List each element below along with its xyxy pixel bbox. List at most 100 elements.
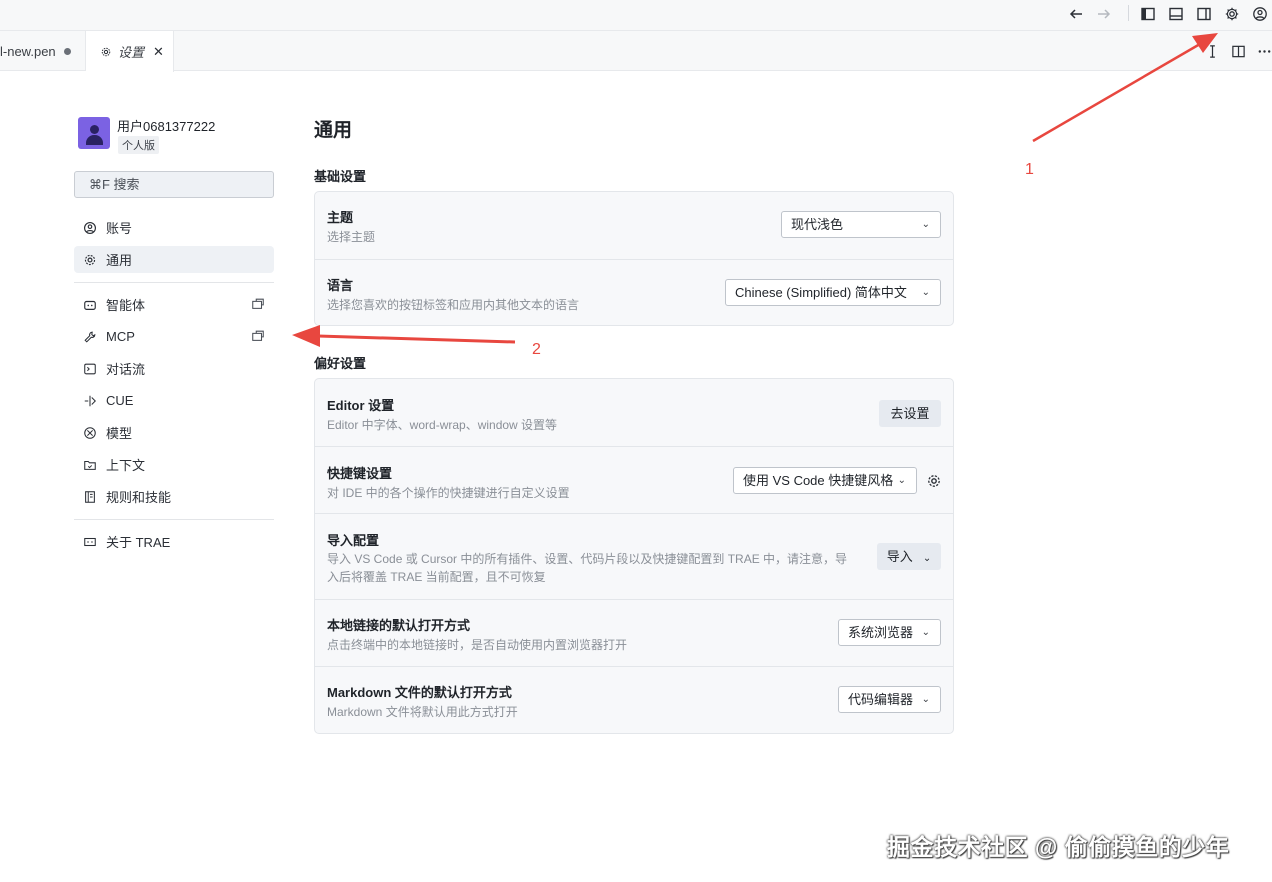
settings-sidebar: 用户0681377222 个人版 ⌘F 搜索 账号 通用 智能体 MCP 对话流… (74, 105, 274, 550)
markdown-value: 代码编辑器 (848, 692, 914, 707)
split-editor-icon[interactable] (1228, 41, 1248, 61)
markdown-select[interactable]: 代码编辑器 ⌄ (838, 686, 941, 713)
text-cursor-icon[interactable] (1202, 41, 1222, 61)
editor-settings-button[interactable]: 去设置 (879, 400, 941, 427)
model-icon (82, 425, 98, 441)
watermark: 掘金技术社区 @ 偷偷摸鱼的少年 (887, 834, 1230, 860)
annotation-arrow-2 (292, 325, 516, 347)
account-circle-icon (82, 220, 98, 236)
local-link-desc: 点击终端中的本地链接时，是否自动使用内置浏览器打开 (327, 638, 628, 652)
sidebar-item-model[interactable]: 模型 (74, 419, 274, 446)
toggle-left-panel-icon[interactable] (1136, 2, 1160, 26)
sidebar-item-context[interactable]: 上下文 (74, 451, 274, 478)
sidebar-item-label: 规则和技能 (106, 490, 172, 505)
unsaved-dot-icon (63, 47, 71, 55)
close-icon[interactable]: ✕ (153, 44, 164, 60)
sidebar-item-label: 上下文 (106, 458, 146, 473)
import-button-label: 导入 (886, 549, 913, 564)
sidebar-item-rules-skills[interactable]: 规则和技能 (74, 483, 274, 510)
local-link-row: 本地链接的默认打开方式 点击终端中的本地链接时，是否自动使用内置浏览器打开 系统… (315, 599, 953, 666)
chevron-down-icon: ⌄ (897, 475, 906, 486)
chat-flow-icon (82, 361, 98, 377)
sidebar-item-label: 智能体 (106, 298, 146, 313)
sidebar-divider (74, 282, 274, 283)
settings-gear-icon[interactable] (1220, 2, 1244, 26)
back-arrow-icon[interactable] (1064, 2, 1088, 26)
agent-icon (82, 297, 98, 313)
annotation-label-1: 1 (1025, 161, 1034, 178)
user-profile: 用户0681377222 个人版 (74, 105, 274, 154)
language-value: Chinese (Simplified) 简体中文 (735, 285, 907, 300)
import-title: 导入配置 (327, 533, 380, 548)
local-link-select[interactable]: 系统浏览器 ⌄ (838, 619, 941, 646)
forward-arrow-icon[interactable] (1092, 2, 1116, 26)
toolbar-divider (1128, 5, 1129, 21)
shortcut-row: 快捷键设置 对 IDE 中的各个操作的快捷键进行自定义设置 使用 VS Code… (315, 446, 953, 513)
title-bar (0, 0, 1272, 31)
import-button[interactable]: 导入 ⌄ (877, 543, 941, 570)
sidebar-item-label: 账号 (106, 221, 133, 236)
gear-icon (101, 47, 111, 56)
markdown-title: Markdown 文件的默认打开方式 (327, 685, 512, 700)
language-row: 语言 选择您喜欢的按钮标签和应用内其他文本的语言 Chinese (Simpli… (315, 259, 953, 326)
chevron-down-icon: ⌄ (921, 694, 930, 705)
sidebar-item-account[interactable]: 账号 (74, 214, 274, 241)
open-external-icon[interactable] (251, 329, 265, 343)
chevron-down-icon: ⌄ (922, 553, 932, 564)
shortcut-value: 使用 VS Code 快捷键风格 (743, 473, 894, 488)
shortcut-gear-icon[interactable] (926, 473, 942, 489)
editor-tab-bar: l-new.pen 设置 ✕ (0, 31, 1272, 72)
theme-row: 主题 选择主题 现代浅色 ⌄ (315, 192, 953, 259)
sidebar-item-chat-flow[interactable]: 对话流 (74, 355, 274, 382)
username: 用户0681377222 (117, 119, 216, 134)
plan-badge: 个人版 (118, 136, 159, 154)
section-title-basic: 基础设置 (314, 169, 367, 184)
more-icon[interactable] (1254, 41, 1272, 61)
theme-title: 主题 (327, 210, 354, 225)
account-icon[interactable] (1248, 2, 1272, 26)
toggle-right-panel-icon[interactable] (1192, 2, 1216, 26)
tab-settings[interactable]: 设置 ✕ (86, 31, 174, 72)
cue-icon (82, 393, 98, 409)
context-folder-icon (82, 457, 98, 473)
avatar (78, 117, 110, 149)
import-desc-line2: 入后将覆盖 TRAE 当前配置，且不可恢复 (327, 570, 546, 584)
markdown-desc: Markdown 文件将默认用此方式打开 (327, 705, 518, 719)
theme-desc: 选择主题 (327, 230, 376, 244)
import-row: 导入配置 导入 VS Code 或 Cursor 中的所有插件、设置、代码片段以… (315, 513, 953, 599)
sidebar-divider (74, 519, 274, 520)
import-desc-line1: 导入 VS Code 或 Cursor 中的所有插件、设置、代码片段以及快捷键配… (327, 552, 848, 566)
toggle-bottom-panel-icon[interactable] (1164, 2, 1188, 26)
section-title-prefs: 偏好设置 (314, 356, 367, 371)
theme-value: 现代浅色 (791, 217, 844, 232)
tab-pen-file[interactable]: l-new.pen (0, 31, 86, 71)
sidebar-item-agents[interactable]: 智能体 (74, 291, 274, 318)
local-link-title: 本地链接的默认打开方式 (327, 618, 471, 633)
sidebar-item-label: CUE (106, 393, 134, 408)
open-external-icon[interactable] (251, 297, 265, 311)
sidebar-item-mcp[interactable]: MCP (74, 323, 274, 350)
editor-title: Editor 设置 (327, 398, 395, 413)
theme-select[interactable]: 现代浅色 ⌄ (781, 211, 941, 238)
sidebar-item-general[interactable]: 通用 (74, 246, 274, 273)
sidebar-item-about[interactable]: 关于 TRAE (74, 528, 274, 555)
gear-icon (82, 252, 98, 268)
editor-row: Editor 设置 Editor 中字体、word-wrap、window 设置… (315, 379, 953, 446)
local-link-value: 系统浏览器 (848, 625, 914, 640)
sidebar-item-cue[interactable]: CUE (74, 387, 274, 414)
shortcut-desc: 对 IDE 中的各个操作的快捷键进行自定义设置 (327, 486, 570, 500)
annotation-label-2: 2 (532, 341, 541, 358)
sidebar-item-label: 通用 (106, 253, 133, 268)
shortcut-title: 快捷键设置 (327, 466, 393, 481)
chevron-down-icon: ⌄ (921, 219, 930, 230)
search-input[interactable]: ⌘F 搜索 (74, 171, 274, 198)
page-title: 通用 (314, 120, 353, 141)
language-select[interactable]: Chinese (Simplified) 简体中文 ⌄ (725, 279, 941, 306)
tab-label: 设置 (118, 45, 145, 60)
rules-book-icon (82, 489, 98, 505)
preferences-card: Editor 设置 Editor 中字体、word-wrap、window 设置… (314, 378, 954, 734)
editor-desc: Editor 中字体、word-wrap、window 设置等 (327, 418, 558, 432)
sidebar-item-label: 模型 (106, 426, 133, 441)
sidebar-item-label: MCP (106, 329, 135, 344)
shortcut-select[interactable]: 使用 VS Code 快捷键风格 ⌄ (733, 467, 917, 494)
